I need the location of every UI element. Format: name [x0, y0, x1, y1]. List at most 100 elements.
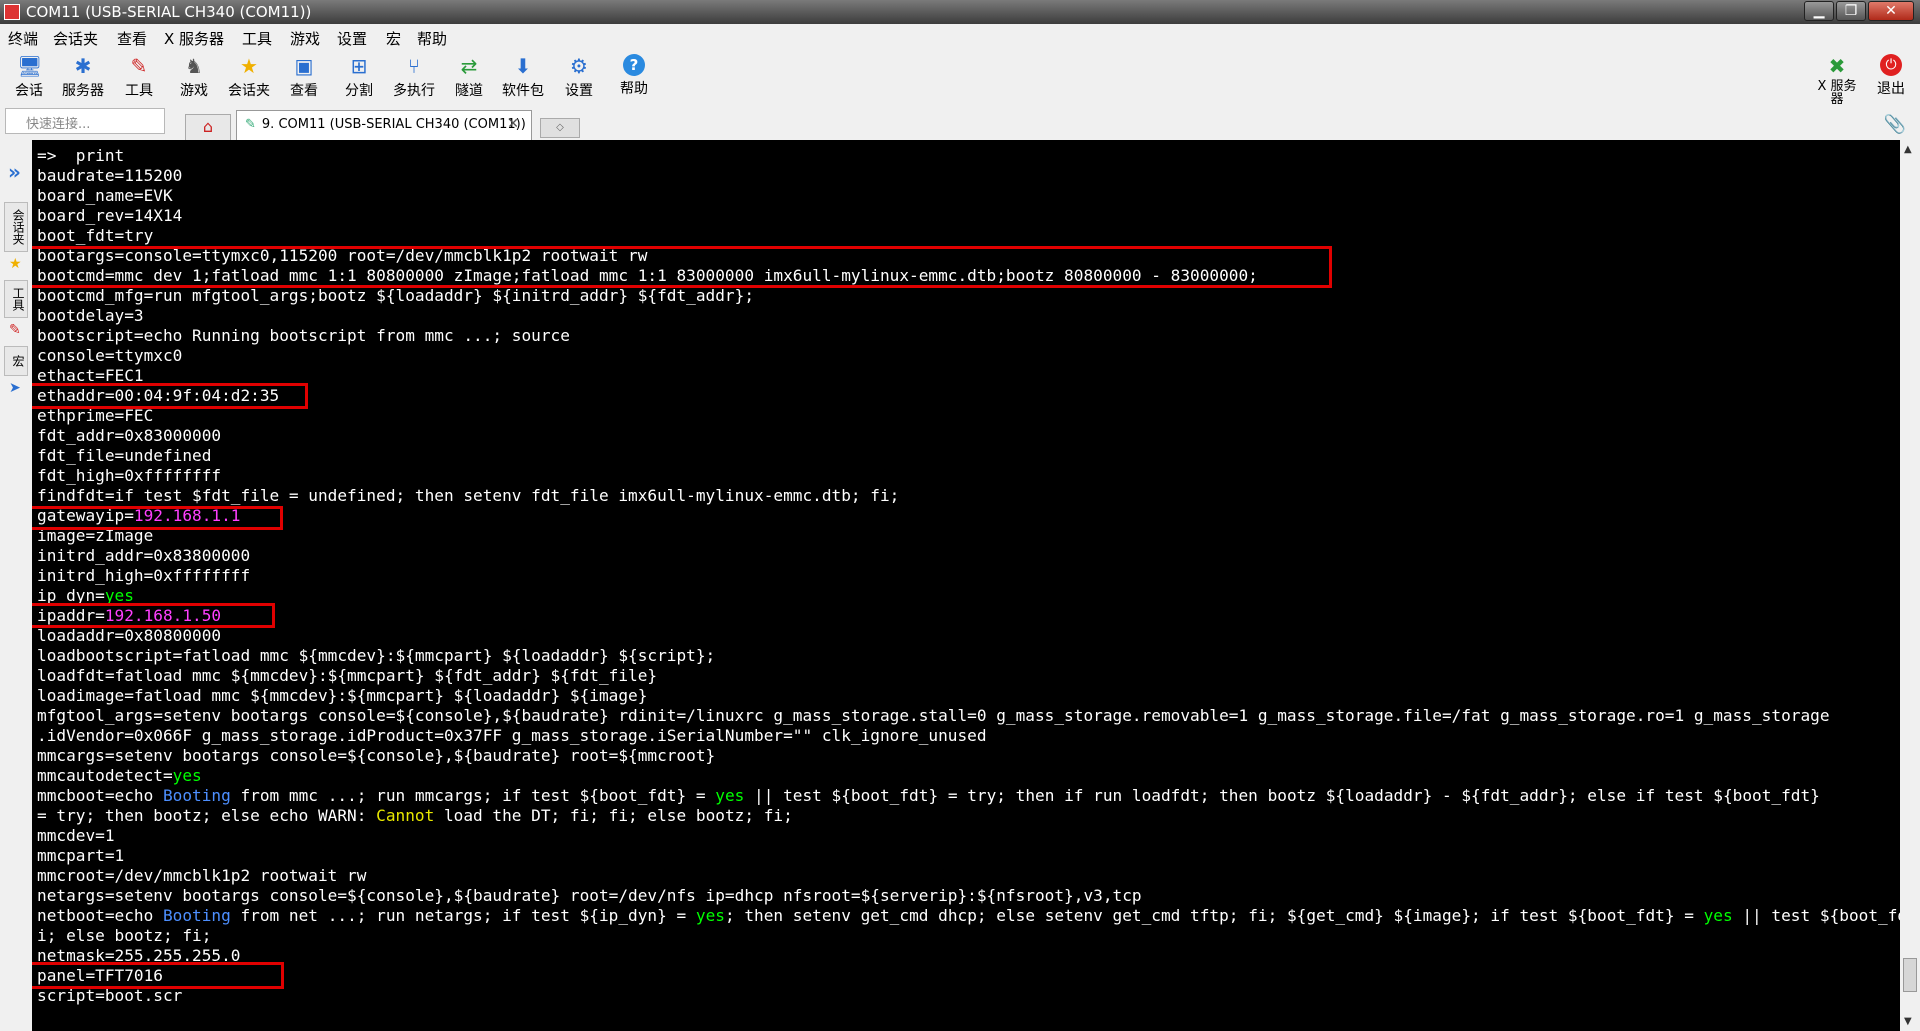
sidebar-tab-tools[interactable]: 工具	[4, 280, 28, 318]
window-controls: ▁ ❐ ✕	[1802, 1, 1914, 21]
sidebar-tab-macros[interactable]: 宏	[4, 346, 28, 376]
highlight-box-ipaddr	[32, 603, 275, 628]
terminal-segment: console=ttymxc0	[37, 346, 183, 365]
terminal-segment: baudrate=115200	[37, 166, 183, 185]
terminal-segment: || test ${boot_fdt} = try; then if ${get…	[1742, 906, 1900, 925]
toolbar-tools-button[interactable]: ✎ 工具	[113, 52, 165, 102]
terminal-scrollbar[interactable]: ▲ ▼	[1900, 140, 1920, 1031]
toolbar-games-label: 游戏	[180, 83, 208, 99]
menu-terminal[interactable]: 终端	[8, 28, 38, 49]
terminal-segment: loadbootscript=fatload mmc ${mmcdev}:${m…	[37, 646, 716, 665]
app-icon	[4, 4, 20, 20]
toolbar-servers-button[interactable]: ✱ 服务器	[57, 52, 109, 102]
terminal-segment: board_rev=14X14	[37, 206, 183, 225]
terminal-line: loadfdt=fatload mmc ${mmcdev}:${mmcpart}…	[37, 666, 1900, 686]
terminal-segment: fdt_file=undefined	[37, 446, 212, 465]
terminal-segment: fdt_high=0xffffffff	[37, 466, 222, 485]
terminal-line: ipaddr=192.168.1.50	[37, 606, 1900, 626]
toolbar-help-button[interactable]: ? 帮助	[608, 52, 660, 102]
view-icon: ▣	[294, 54, 314, 78]
toolbar-view-button[interactable]: ▣ 查看	[278, 52, 330, 102]
expand-sidebar-icon[interactable]: »	[8, 160, 21, 184]
tab-close-icon[interactable]: ✕	[507, 116, 519, 132]
scroll-up-icon[interactable]: ▲	[1904, 144, 1912, 155]
terminal-segment: mmcpart=1	[37, 846, 125, 865]
toolbar-tunnel-button[interactable]: ⇄ 隧道	[443, 52, 495, 102]
toolbar-xserver-label: X 服务器	[1817, 79, 1857, 107]
split-icon: ⊞	[350, 54, 368, 78]
menu-sessions[interactable]: 会话夹	[53, 28, 98, 49]
toolbar-games-button[interactable]: ♞ 游戏	[168, 52, 220, 102]
terminal-segment: mfgtool_args=setenv bootargs console=${c…	[37, 706, 1830, 725]
toolbar-multiexec-button[interactable]: ⑂ 多执行	[388, 52, 440, 102]
terminal-line: mmcboot=echo Booting from mmc ...; run m…	[37, 786, 1900, 806]
terminal-line: = try; then bootz; else echo WARN: Canno…	[37, 806, 1900, 826]
terminal-line: mmcdev=1	[37, 826, 1900, 846]
close-button[interactable]: ✕	[1868, 1, 1914, 21]
scroll-down-icon[interactable]: ▼	[1904, 1016, 1912, 1027]
terminal-line: ethprime=FEC	[37, 406, 1900, 426]
toolbar-packages-label: 软件包	[502, 83, 544, 99]
terminal-line: board_name=EVK	[37, 186, 1900, 206]
terminal-line: => print	[37, 146, 1900, 166]
tunnel-icon: ⇄	[460, 54, 478, 78]
terminal-segment: loadfdt=fatload mmc ${mmcdev}:${mmcpart}…	[37, 666, 658, 685]
maximize-button[interactable]: ❐	[1836, 1, 1866, 21]
highlight-box-ethaddr	[32, 383, 308, 409]
toolbar-settings-button[interactable]: ⚙ 设置	[553, 52, 605, 102]
menu-xserver[interactable]: X 服务器	[164, 28, 224, 49]
terminal-segment: = try; then bootz; else echo WARN:	[37, 806, 377, 825]
terminal-line: initrd_addr=0x83800000	[37, 546, 1900, 566]
side-panel: » 会话夹 ★ 工具 ✎ 宏 ➤	[0, 140, 32, 1031]
menu-settings[interactable]: 设置	[337, 28, 367, 49]
highlight-box-gatewayip	[32, 506, 283, 530]
menu-games[interactable]: 游戏	[290, 28, 320, 49]
terminal-output[interactable]: => print baudrate=115200 board_name=EVK boa…	[32, 140, 1900, 1031]
terminal-line: mmcpart=1	[37, 846, 1900, 866]
toolbar-exit-button[interactable]: ⏻ 退出	[1866, 52, 1916, 102]
terminal-line: .idVendor=0x066F g_mass_storage.idProduc…	[37, 726, 1900, 746]
quick-connect-input[interactable]: 快速连接...	[5, 108, 165, 134]
menu-macros[interactable]: 宏	[386, 28, 401, 49]
terminal-line: ethaddr=00:04:9f:04:d2:35	[37, 386, 1900, 406]
toolbar-xserver-button[interactable]: ✖ X 服务器	[1812, 52, 1862, 106]
terminal-segment: yes	[695, 906, 725, 925]
terminal-segment: load the DT; fi; fi; else bootz; fi;	[434, 806, 793, 825]
terminal-segment: from mmc ...; run mmcargs; if test ${boo…	[230, 786, 716, 805]
toolbar-session-button[interactable]: 🖥 会话	[3, 52, 55, 102]
new-tab-button[interactable]: ◇	[540, 118, 580, 138]
terminal-segment: Cannot	[376, 806, 435, 825]
menu-help[interactable]: 帮助	[417, 28, 447, 49]
terminal-line: i; else bootz; fi;	[37, 926, 1900, 946]
terminal-line: fdt_addr=0x83000000	[37, 426, 1900, 446]
sidebar-tab-sessions[interactable]: 会话夹	[4, 202, 28, 252]
macros-side-icon: ➤	[9, 380, 21, 396]
toolbar-split-button[interactable]: ⊞ 分割	[333, 52, 385, 102]
sessions-star-icon: ★	[9, 256, 22, 272]
terminal-line: image=zImage	[37, 526, 1900, 546]
terminal-segment: i; else bootz; fi;	[37, 926, 212, 945]
terminal-line: loadimage=fatload mmc ${mmcdev}:${mmcpar…	[37, 686, 1900, 706]
toolbar-split-label: 分割	[345, 83, 373, 99]
home-tab-button[interactable]: ⌂	[185, 114, 231, 140]
toolbar-sessions-button[interactable]: ★ 会话夹	[223, 52, 275, 102]
serial-tab-icon: ✎	[245, 117, 256, 132]
terminal-line: mmcroot=/dev/mmcblk1p2 rootwait rw	[37, 866, 1900, 886]
terminal-line: netboot=echo Booting from net ...; run n…	[37, 906, 1900, 926]
terminal-segment: => print	[37, 146, 125, 165]
terminal-segment: yes	[1703, 906, 1733, 925]
settings-icon: ⚙	[570, 54, 588, 78]
toolbar-settings-label: 设置	[565, 83, 593, 99]
terminal-segment: fdt_addr=0x83000000	[37, 426, 222, 445]
toolbar: 🖥 会话 ✱ 服务器 ✎ 工具 ♞ 游戏 ★ 会话夹 ▣ 查看 ⊞ 分割 ⑂ 多…	[0, 48, 1920, 106]
terminal-line: initrd_high=0xffffffff	[37, 566, 1900, 586]
toolbar-packages-button[interactable]: ⬇ 软件包	[497, 52, 549, 102]
terminal-line: loadbootscript=fatload mmc ${mmcdev}:${m…	[37, 646, 1900, 666]
scroll-thumb[interactable]	[1903, 958, 1917, 992]
minimize-button[interactable]: ▁	[1804, 1, 1834, 21]
tab-com11[interactable]: ✎ 9. COM11 (USB-SERIAL CH340 (COM11)) ✕	[236, 110, 532, 140]
terminal-segment: initrd_addr=0x83800000	[37, 546, 251, 565]
attachment-icon[interactable]: 📎	[1884, 114, 1906, 135]
menu-tools[interactable]: 工具	[242, 28, 272, 49]
menu-view[interactable]: 查看	[117, 28, 147, 49]
